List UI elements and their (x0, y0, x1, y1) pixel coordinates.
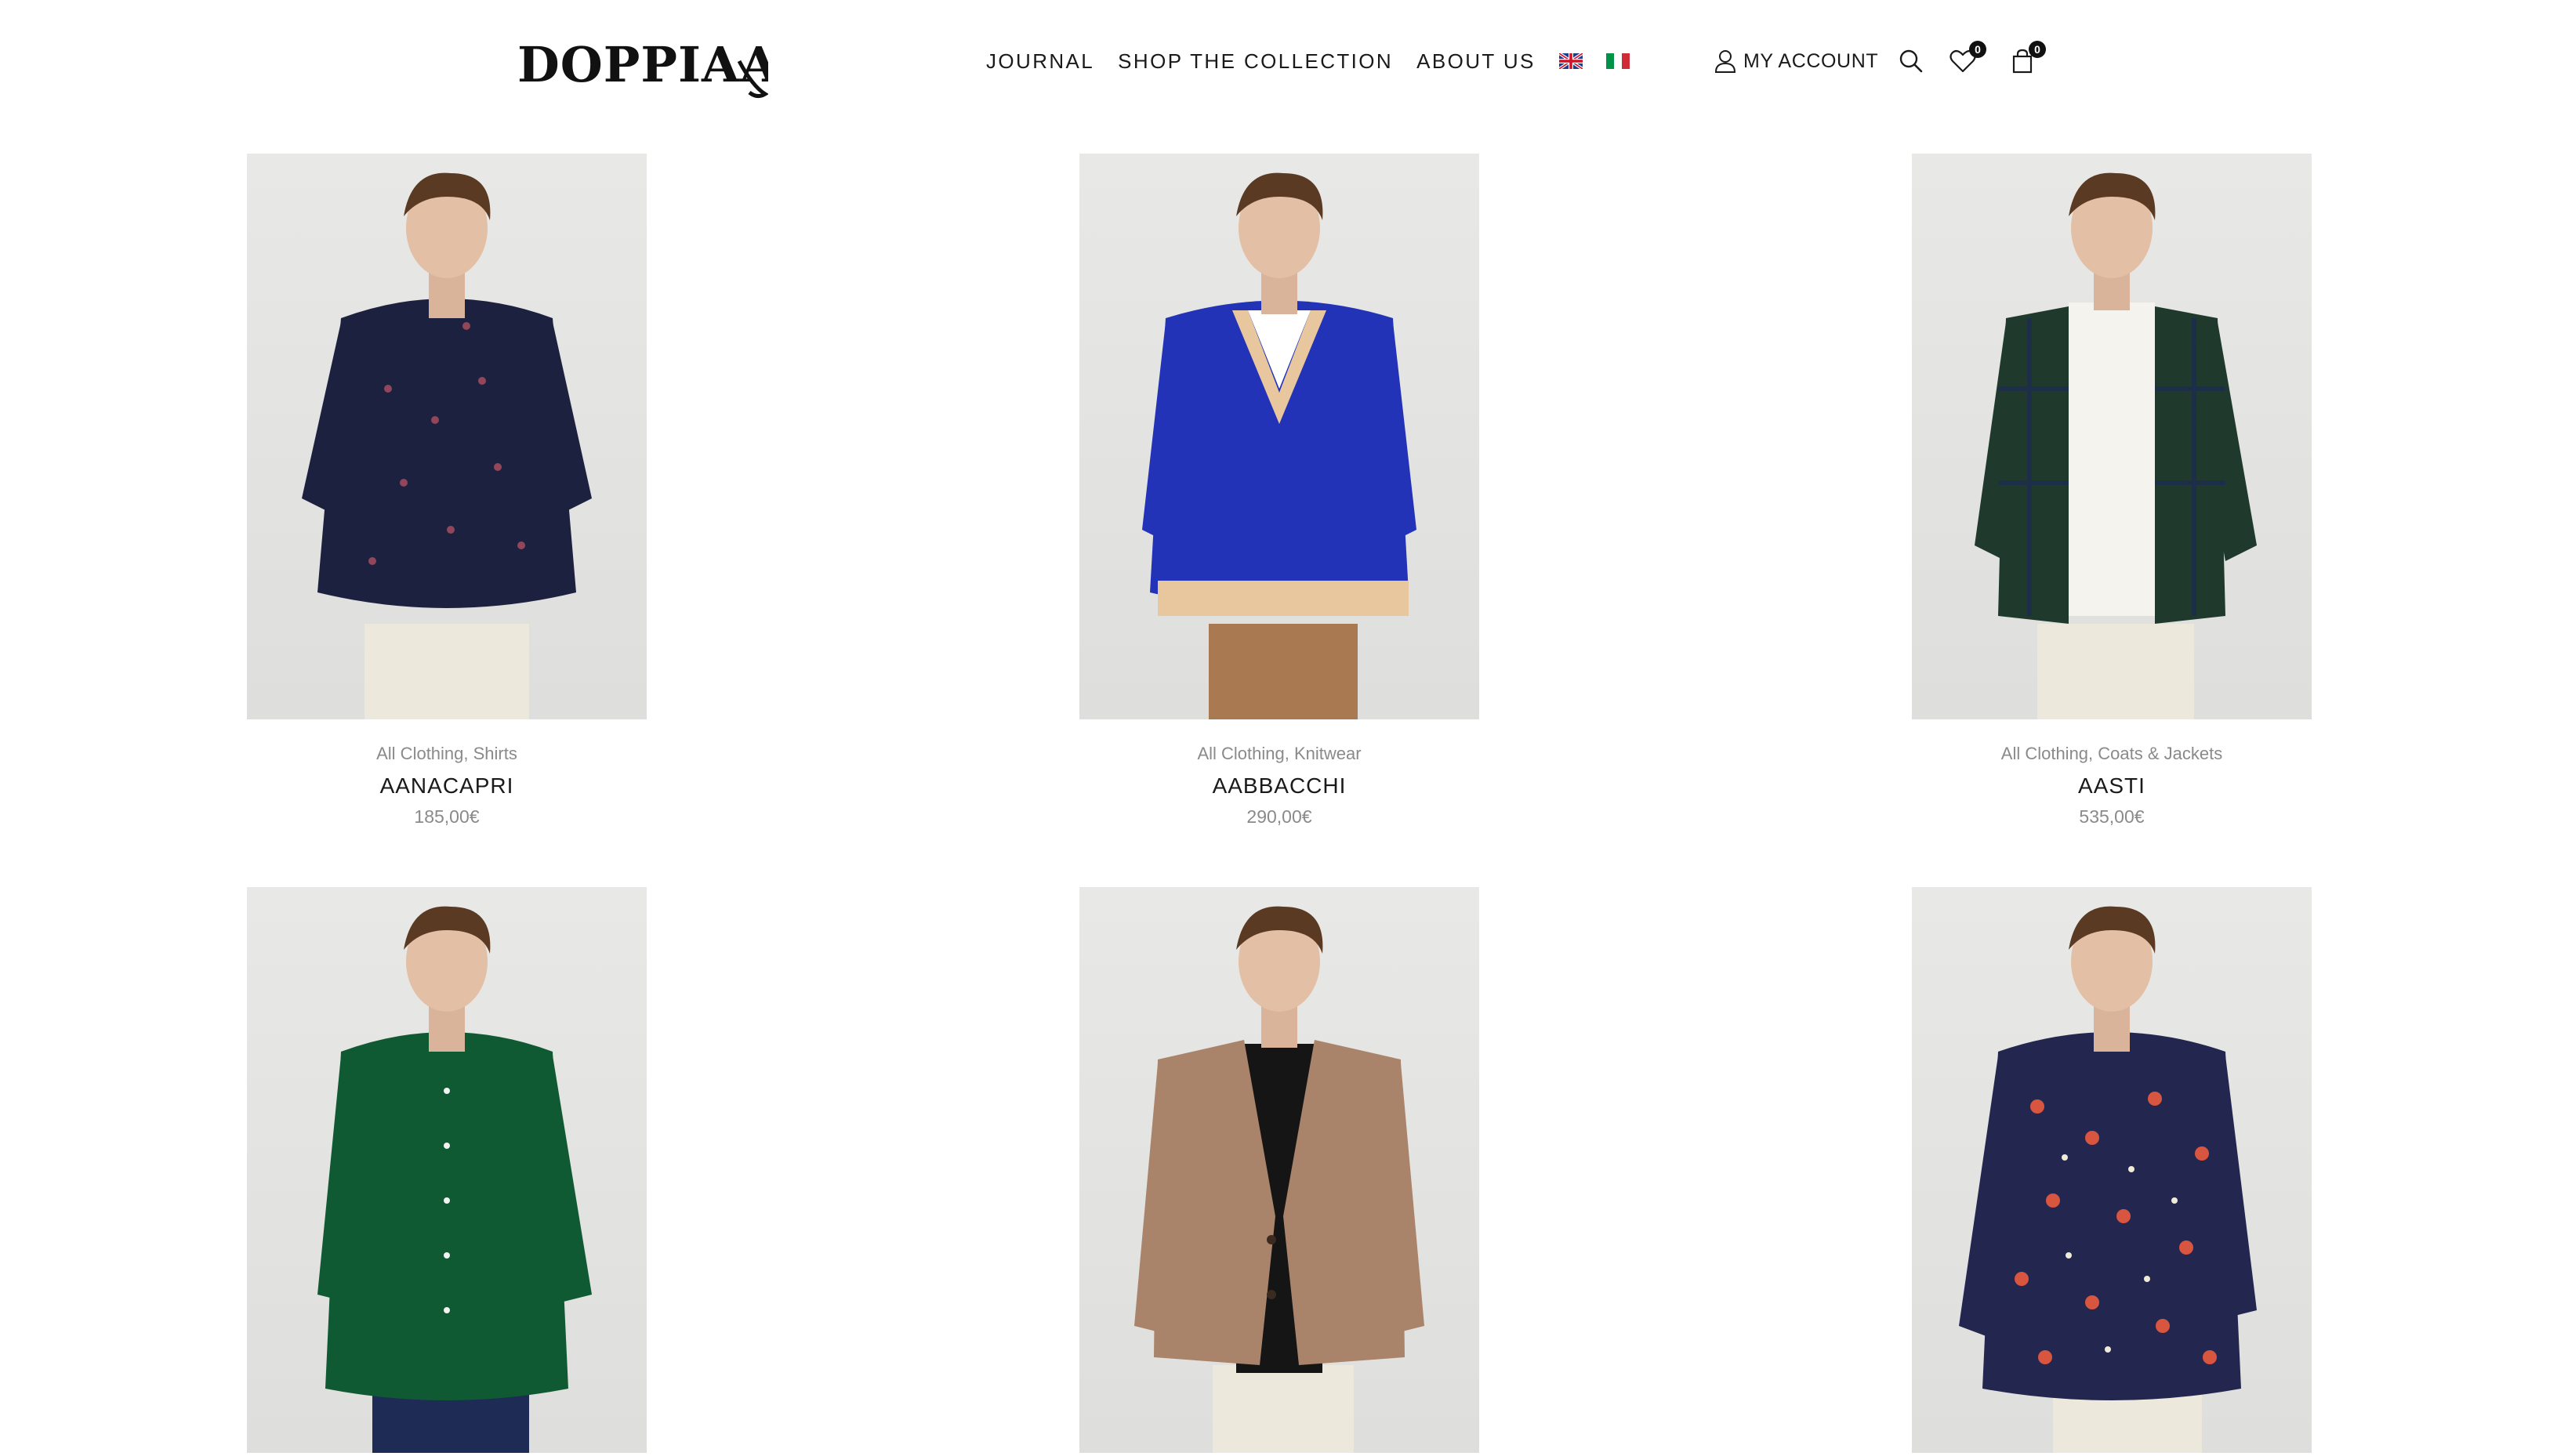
model-photo (1959, 906, 2257, 1453)
product-card[interactable] (247, 887, 647, 1453)
product-card[interactable] (1912, 887, 2312, 1453)
model-photo (1975, 172, 2257, 719)
product-name[interactable]: AASTI (1912, 773, 2312, 799)
product-image[interactable] (1079, 887, 1479, 1453)
product-image[interactable] (1079, 154, 1479, 719)
product-name[interactable]: AANACAPRI (247, 773, 647, 799)
product-categories[interactable]: All Clothing, Coats & Jackets (1912, 743, 2312, 765)
product-price: 290,00€ (1246, 806, 1312, 827)
product-image[interactable] (247, 887, 647, 1453)
product-card[interactable] (1079, 887, 1479, 1453)
product-card[interactable]: All Clothing, Shirts AANACAPRI 185,00€ (247, 154, 647, 828)
product-meta: All Clothing, Knitwear AABBACCHI 290,00€ (1079, 743, 1479, 828)
product-categories[interactable]: All Clothing, Knitwear (1079, 743, 1479, 765)
product-image[interactable] (247, 154, 647, 719)
product-card[interactable]: All Clothing, Coats & Jackets AASTI 535,… (1912, 154, 2312, 828)
product-meta: All Clothing, Coats & Jackets AASTI 535,… (1912, 743, 2312, 828)
product-name[interactable]: AABBACCHI (1079, 773, 1479, 799)
model-photo (1142, 172, 1416, 719)
product-categories[interactable]: All Clothing, Shirts (247, 743, 647, 765)
model-photo (1134, 906, 1424, 1453)
product-image[interactable] (1912, 887, 2312, 1453)
product-card[interactable]: All Clothing, Knitwear AABBACCHI 290,00€ (1079, 154, 1479, 828)
model-photo (302, 172, 592, 719)
product-grid: All Clothing, Shirts AANACAPRI 185,00€ A… (0, 0, 2557, 1456)
product-price: 535,00€ (2079, 806, 2145, 827)
model-photo (317, 906, 592, 1453)
product-meta: All Clothing, Shirts AANACAPRI 185,00€ (247, 743, 647, 828)
product-price: 185,00€ (414, 806, 480, 827)
product-image[interactable] (1912, 154, 2312, 719)
